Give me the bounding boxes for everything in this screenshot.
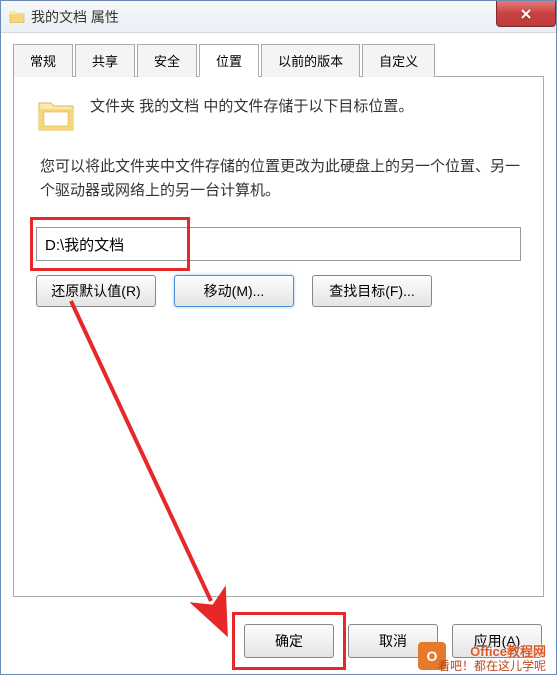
info-text: 您可以将此文件夹中文件存储的位置更改为此硬盘上的另一个位置、另一个驱动器或网络上… (36, 155, 521, 203)
tab-security[interactable]: 安全 (137, 44, 197, 77)
folder-large-icon (36, 95, 76, 135)
path-input[interactable] (36, 227, 521, 261)
description-row: 文件夹 我的文档 中的文件存储于以下目标位置。 (36, 95, 521, 135)
window-title: 我的文档 属性 (31, 7, 119, 27)
close-icon (519, 7, 533, 21)
close-button[interactable] (496, 1, 556, 27)
titlebar: 我的文档 属性 (1, 1, 556, 33)
apply-button[interactable]: 应用(A) (452, 624, 542, 658)
tabs: 常规 共享 安全 位置 以前的版本 自定义 (13, 43, 544, 77)
tab-customize[interactable]: 自定义 (362, 44, 435, 77)
watermark-sub: 看吧！都在这儿学呢 (438, 657, 546, 674)
cancel-button[interactable]: 取消 (348, 624, 438, 658)
description-text: 文件夹 我的文档 中的文件存储于以下目标位置。 (90, 95, 413, 119)
tab-container: 常规 共享 安全 位置 以前的版本 自定义 文件夹 我的文档 中的文件存储于以下… (1, 33, 556, 597)
tab-location[interactable]: 位置 (199, 44, 259, 77)
folder-icon (9, 9, 25, 25)
restore-defaults-button[interactable]: 还原默认值(R) (36, 275, 156, 307)
action-button-row: 还原默认值(R) 移动(M)... 查找目标(F)... (36, 275, 521, 307)
properties-dialog: 我的文档 属性 常规 共享 安全 位置 以前的版本 自定义 (0, 0, 557, 675)
move-button[interactable]: 移动(M)... (174, 275, 294, 307)
tab-content-location: 文件夹 我的文档 中的文件存储于以下目标位置。 您可以将此文件夹中文件存储的位置… (13, 77, 544, 597)
path-input-container (36, 227, 521, 261)
tab-previous[interactable]: 以前的版本 (261, 44, 360, 77)
tab-general[interactable]: 常规 (13, 44, 73, 77)
ok-button[interactable]: 确定 (244, 624, 334, 658)
tab-sharing[interactable]: 共享 (75, 44, 135, 77)
find-target-button[interactable]: 查找目标(F)... (312, 275, 432, 307)
dialog-button-bar: 确定 取消 应用(A) (244, 624, 542, 658)
